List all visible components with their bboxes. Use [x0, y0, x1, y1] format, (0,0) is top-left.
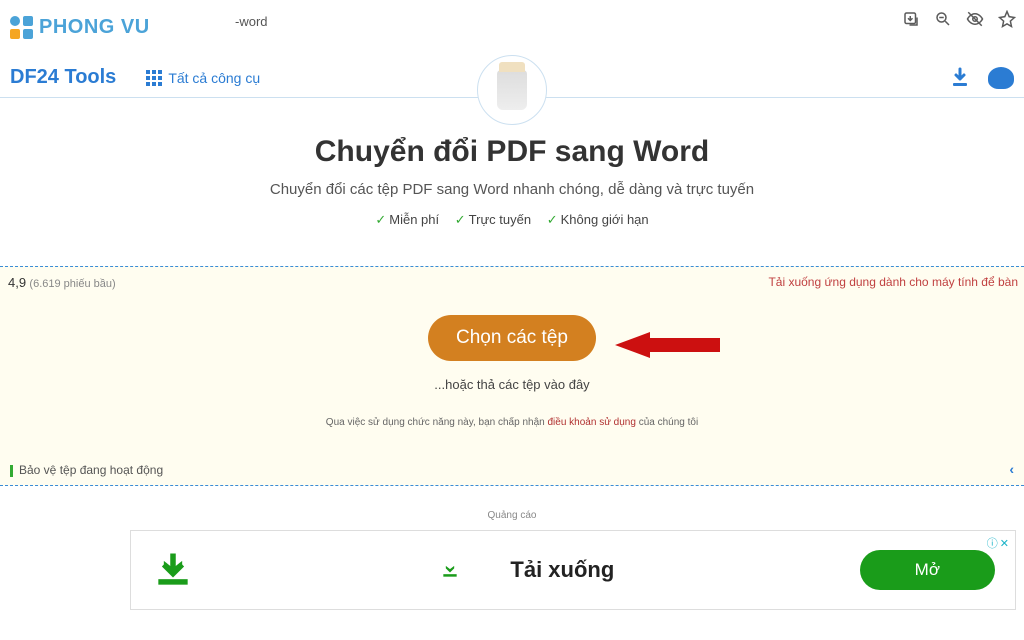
feature-item: Miễn phí [389, 212, 439, 227]
all-tools-link[interactable]: Tất cả công cụ [146, 70, 260, 86]
star-icon[interactable] [998, 10, 1016, 28]
drop-hint: ...hoặc thả các tệp vào đây [0, 377, 1024, 392]
watermark-logo: PHONG VU [0, 0, 230, 55]
annotation-arrow-icon [610, 320, 730, 370]
ad-open-button[interactable]: Mở [860, 550, 995, 590]
rating-value: 4,9 [8, 275, 26, 290]
eye-off-icon[interactable] [966, 10, 984, 28]
terms-suffix: của chúng tôi [636, 417, 698, 428]
ad-label: Quảng cáo [0, 510, 1024, 521]
install-icon[interactable] [902, 10, 920, 28]
download-icon [151, 548, 195, 592]
all-tools-label: Tất cả công cụ [168, 70, 260, 86]
feature-list: ✓Miễn phí ✓Trực tuyến ✓Không giới hạn [0, 212, 1024, 228]
logo-dots-icon [10, 16, 33, 39]
terms-prefix: Qua việc sử dụng chức năng này, bạn chấp… [326, 417, 548, 428]
feature-item: Trực tuyến [469, 212, 531, 227]
file-dropzone[interactable]: 4,9 (6.619 phiếu bầu) Tải xuống ứng dụng… [0, 266, 1024, 486]
desktop-app-link[interactable]: Tải xuống ứng dụng dành cho máy tính để … [768, 275, 1018, 289]
url-fragment: -word [235, 14, 268, 29]
blender-icon [497, 70, 527, 110]
file-protection-status: Bảo vệ tệp đang hoạt động [10, 463, 163, 477]
page-subtitle: Chuyển đổi các tệp PDF sang Word nhanh c… [0, 181, 1024, 198]
terms-line: Qua việc sử dụng chức năng này, bạn chấp… [0, 417, 1024, 428]
check-icon: ✓ [547, 212, 558, 227]
watermark-text: PHONG VU [39, 16, 150, 39]
ad-banner[interactable]: Tải xuống Mở ⓘ✕ [130, 530, 1016, 610]
check-icon: ✓ [375, 212, 386, 227]
zoom-icon[interactable] [934, 10, 952, 28]
rating: 4,9 (6.619 phiếu bầu) [8, 275, 116, 290]
choose-files-button[interactable]: Chọn các tệp [428, 315, 596, 361]
feature-item: Không giới hạn [561, 212, 649, 227]
rating-count: (6.619 phiếu bầu) [29, 278, 115, 290]
download-icon [440, 560, 460, 580]
ad-text: Tải xuống [510, 557, 614, 583]
page-title: Chuyển đổi PDF sang Word [0, 135, 1024, 169]
chevron-right-icon[interactable]: ‹ [1009, 461, 1014, 477]
terms-link[interactable]: điều khoản sử dụng [547, 417, 635, 428]
site-brand[interactable]: DF24 Tools [10, 66, 116, 89]
download-icon[interactable] [948, 66, 972, 90]
main-content: Chuyển đổi PDF sang Word Chuyển đổi các … [0, 135, 1024, 228]
check-icon: ✓ [455, 212, 466, 227]
ad-controls[interactable]: ⓘ✕ [987, 535, 1009, 551]
grid-icon [146, 70, 162, 86]
tool-hero-icon [477, 55, 547, 125]
mascot-icon[interactable] [988, 67, 1014, 89]
browser-toolbar [902, 10, 1016, 28]
